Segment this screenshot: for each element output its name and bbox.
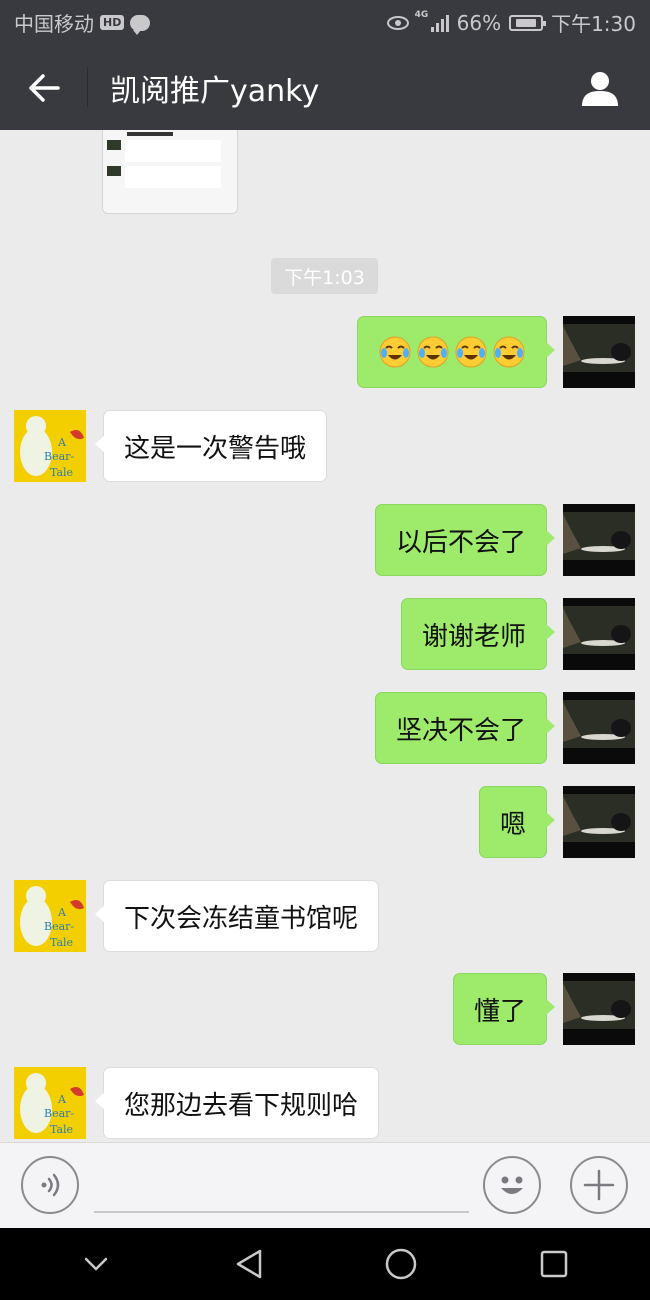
clock: 下午1:30	[551, 12, 636, 36]
more-options-button[interactable]	[570, 1156, 628, 1214]
square-recents-icon	[540, 1250, 567, 1278]
crying-laughing-emoji-icon	[493, 336, 525, 368]
smiley-icon	[501, 1176, 523, 1194]
status-bar: 中国移动 HD 4G 66% 下午1:30	[0, 0, 650, 45]
shared-image-message[interactable]	[102, 130, 238, 214]
my-message-bubble[interactable]: 坚决不会了	[374, 692, 556, 764]
my-avatar[interactable]	[563, 692, 635, 764]
my-message-bubble[interactable]: 嗯	[478, 786, 556, 858]
voice-input-button[interactable]	[21, 1156, 79, 1214]
chat-title: 凯阅推广yanky	[110, 73, 320, 109]
status-left: 中国移动 HD	[14, 8, 387, 37]
message-text-input[interactable]	[94, 1157, 469, 1213]
crying-laughing-emoji-icon	[455, 336, 487, 368]
emoji-button[interactable]	[483, 1156, 541, 1214]
my-avatar[interactable]	[563, 786, 635, 858]
chat-messages[interactable]: 下午1:03 A Bear- Tale 这是一次警告哦 以后不会了 谢谢老师 坚决不…	[0, 130, 650, 1142]
network-label: 4G	[414, 9, 429, 20]
person-icon	[582, 71, 618, 106]
my-message-bubble[interactable]: 以后不会了	[374, 504, 556, 576]
my-message-bubble[interactable]: 懂了	[452, 973, 556, 1045]
eye-icon	[386, 15, 409, 30]
svg-text:Bear-: Bear-	[44, 1107, 74, 1120]
svg-text:A: A	[57, 1093, 67, 1106]
message-timestamp: 下午1:03	[271, 258, 378, 294]
svg-text:A: A	[57, 906, 67, 919]
system-recents-button[interactable]	[524, 1234, 584, 1294]
carrier-label: 中国移动	[14, 12, 94, 36]
chat-info-button[interactable]	[550, 45, 650, 130]
my-avatar[interactable]	[563, 598, 635, 670]
message-input-bar	[0, 1142, 650, 1228]
status-right: 4G 66% 下午1:30	[386, 8, 636, 37]
contact-message-bubble[interactable]: 这是一次警告哦	[94, 410, 328, 482]
system-home-button[interactable]	[371, 1234, 431, 1294]
my-message-bubble[interactable]	[357, 316, 555, 388]
voice-icon	[41, 1173, 60, 1197]
svg-text:Tale: Tale	[50, 1123, 73, 1136]
battery-percent: 66%	[456, 10, 502, 35]
contact-message-bubble[interactable]: 下次会冻结童书馆呢	[94, 880, 380, 952]
my-avatar[interactable]	[563, 973, 635, 1045]
plus-icon	[583, 1169, 615, 1201]
my-message-bubble[interactable]: 谢谢老师	[400, 598, 556, 670]
svg-text:Tale: Tale	[50, 466, 73, 479]
svg-text:Tale: Tale	[50, 936, 73, 949]
my-avatar[interactable]	[563, 316, 635, 388]
message-notification-icon	[130, 14, 151, 35]
triangle-back-icon	[236, 1249, 261, 1279]
contact-message-bubble[interactable]: 您那边去看下规则哈	[94, 1067, 380, 1139]
svg-text:A: A	[57, 436, 67, 449]
system-back-button[interactable]	[219, 1234, 279, 1294]
my-avatar[interactable]	[563, 504, 635, 576]
chevron-down-icon	[85, 1257, 108, 1271]
signal-icon: 4G	[415, 10, 449, 32]
contact-avatar[interactable]: A Bear- Tale	[14, 1067, 86, 1139]
hide-nav-button[interactable]	[66, 1234, 126, 1294]
back-arrow-icon	[29, 73, 60, 102]
battery-icon	[509, 14, 547, 31]
chat-header: 凯阅推广yanky	[0, 45, 650, 130]
svg-text:Bear-: Bear-	[44, 920, 74, 933]
contact-avatar[interactable]: A Bear- Tale	[14, 880, 86, 952]
crying-laughing-emoji-icon	[379, 336, 411, 368]
contact-avatar[interactable]: A Bear- Tale	[14, 410, 86, 482]
circle-home-icon	[386, 1248, 417, 1280]
hd-badge: HD	[100, 15, 125, 30]
svg-text:Bear-: Bear-	[44, 450, 74, 463]
back-button[interactable]	[0, 45, 88, 130]
crying-laughing-emoji-icon	[417, 336, 449, 368]
system-navigation-bar	[0, 1228, 650, 1300]
